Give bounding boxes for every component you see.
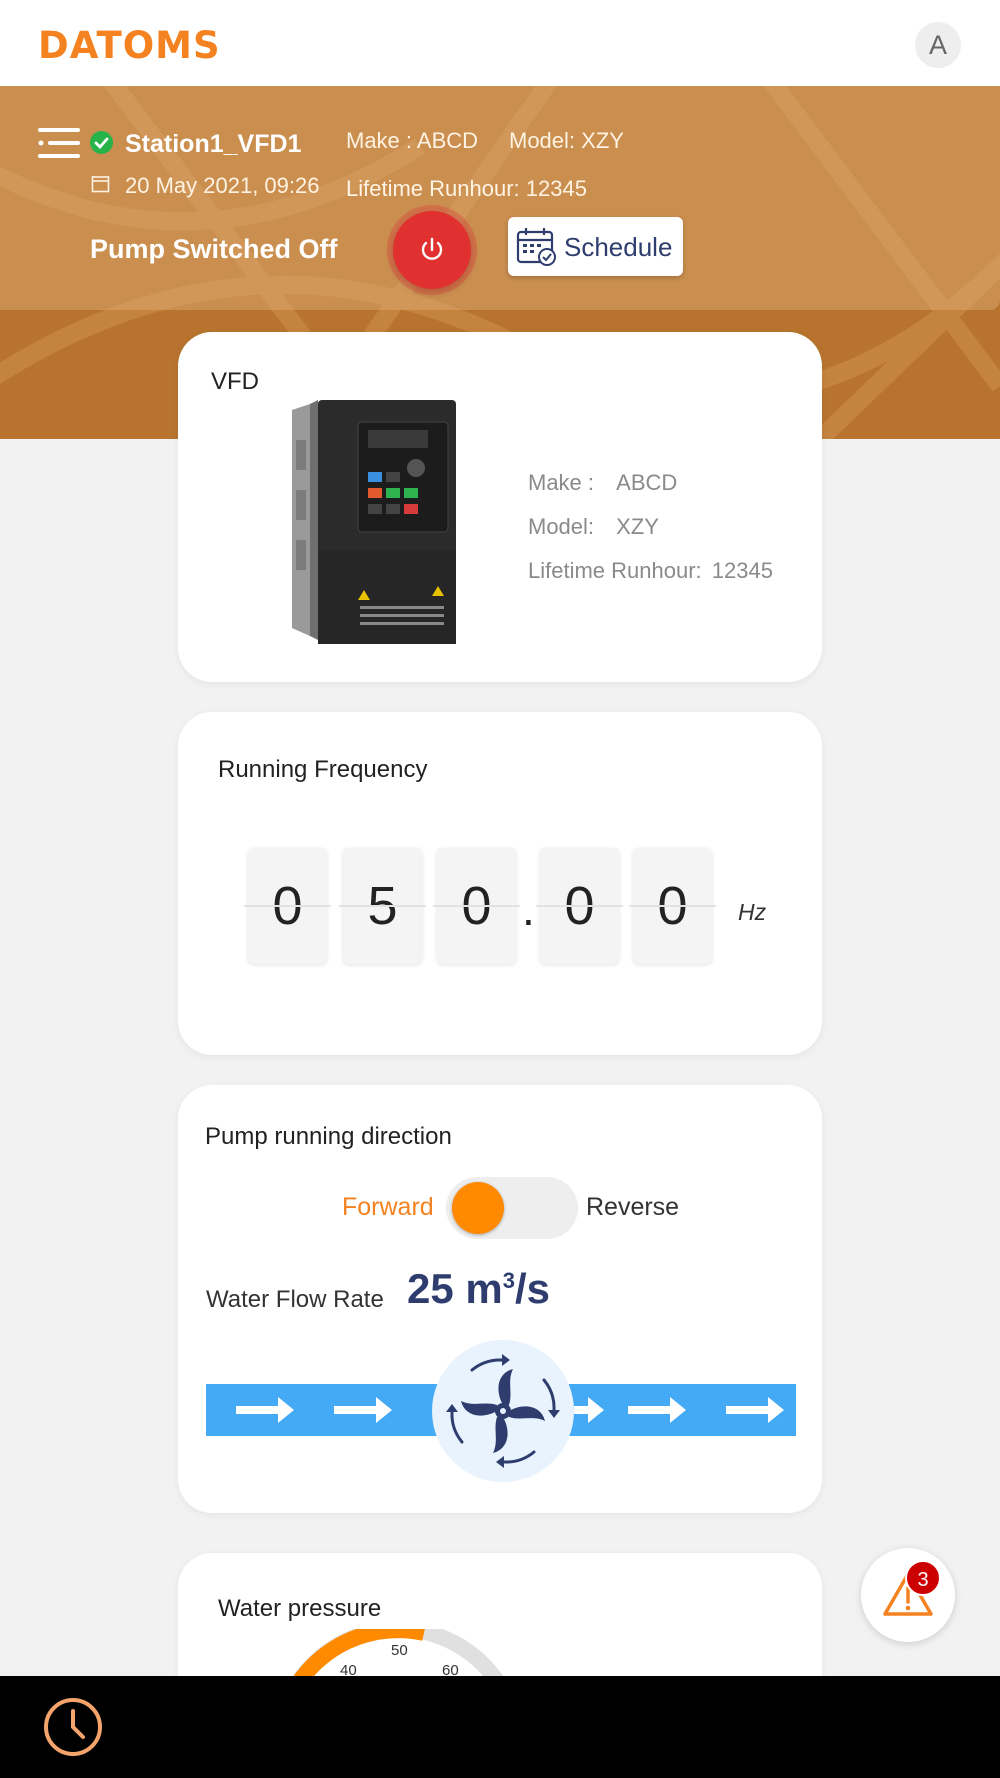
top-bar: DATOMS A bbox=[0, 0, 1000, 86]
vfd-make-row: Make : ABCD bbox=[528, 470, 677, 496]
flow-arrow-icon bbox=[334, 1397, 392, 1423]
header-make: Make : ABCD bbox=[346, 128, 479, 153]
bottom-bar bbox=[0, 1676, 1000, 1778]
direction-reverse-label[interactable]: Reverse bbox=[586, 1193, 679, 1222]
direction-forward-label[interactable]: Forward bbox=[342, 1193, 434, 1222]
pump-direction-card: Pump running direction Forward Reverse W… bbox=[178, 1085, 822, 1513]
vfd-model-value: XZY bbox=[616, 514, 659, 539]
power-icon bbox=[421, 237, 443, 260]
frequency-title: Running Frequency bbox=[218, 756, 428, 783]
frequency-digit: 0 bbox=[244, 848, 331, 964]
pump-fan bbox=[432, 1340, 574, 1482]
vfd-runhour-row: Lifetime Runhour: 12345 bbox=[528, 558, 773, 584]
station-name[interactable]: Station1_VFD1 bbox=[125, 130, 301, 159]
online-status-icon bbox=[90, 131, 113, 154]
last-updated-datetime: 20 May 2021, 09:26 bbox=[125, 173, 320, 198]
vfd-runhour-label: Lifetime Runhour: bbox=[528, 558, 702, 583]
pressure-title: Water pressure bbox=[218, 1595, 382, 1622]
vfd-make-label: Make : bbox=[528, 470, 595, 495]
flow-rate-value: 25 m3/s bbox=[407, 1265, 551, 1312]
vfd-card-title: VFD bbox=[211, 368, 259, 395]
calendar-icon bbox=[91, 176, 110, 193]
header-lifetime-runhour: Lifetime Runhour: 12345 bbox=[346, 176, 587, 201]
schedule-label: Schedule bbox=[564, 232, 673, 262]
datoms-logo[interactable]: DATOMS bbox=[38, 24, 221, 67]
user-avatar[interactable]: A bbox=[915, 22, 961, 68]
flow-arrow-icon bbox=[726, 1397, 784, 1423]
flow-arrow-icon bbox=[236, 1397, 294, 1423]
frequency-digit: 5 bbox=[339, 848, 426, 964]
vfd-card: VFD Make : ABCD Model: XZY Lifetime Runh… bbox=[178, 332, 822, 682]
direction-toggle[interactable] bbox=[446, 1177, 578, 1239]
flow-arrow-icon bbox=[628, 1397, 686, 1423]
vfd-runhour-value: 12345 bbox=[711, 558, 773, 583]
banner-panel: Station1_VFD1 Make : ABCD Model: XZY 20 … bbox=[0, 86, 1000, 310]
frequency-unit: Hz bbox=[738, 899, 767, 925]
schedule-button[interactable]: Schedule bbox=[508, 217, 683, 276]
frequency-digit: 0 bbox=[433, 848, 520, 964]
clock-icon[interactable] bbox=[42, 1696, 104, 1758]
vfd-make-value: ABCD bbox=[616, 470, 678, 495]
vfd-model-label: Model: bbox=[528, 514, 595, 539]
alert-count-badge: 3 bbox=[905, 1560, 941, 1596]
gauge-tick-label: 50 bbox=[391, 1642, 408, 1659]
fan-icon bbox=[446, 1354, 560, 1468]
pump-status-text: Pump Switched Off bbox=[90, 234, 338, 264]
frequency-digit: 0 bbox=[629, 848, 716, 964]
flow-arrow-icon bbox=[574, 1397, 604, 1423]
vfd-device-image bbox=[292, 400, 456, 644]
frequency-digit: 0 bbox=[536, 848, 623, 964]
direction-title: Pump running direction bbox=[205, 1123, 452, 1150]
vfd-model-row: Model: XZY bbox=[528, 514, 659, 540]
power-button[interactable] bbox=[393, 211, 471, 289]
menu-icon[interactable] bbox=[38, 126, 80, 160]
running-frequency-card: Running Frequency 0 5 0 . 0 0 Hz bbox=[178, 712, 822, 1055]
flow-rate-label: Water Flow Rate bbox=[206, 1286, 384, 1313]
frequency-decimal-point: . bbox=[522, 883, 535, 935]
toggle-knob[interactable] bbox=[452, 1182, 504, 1234]
alerts-button[interactable]: 3 bbox=[861, 1548, 955, 1642]
calendar-schedule-icon bbox=[516, 228, 556, 266]
header-model: Model: XZY bbox=[509, 128, 624, 153]
